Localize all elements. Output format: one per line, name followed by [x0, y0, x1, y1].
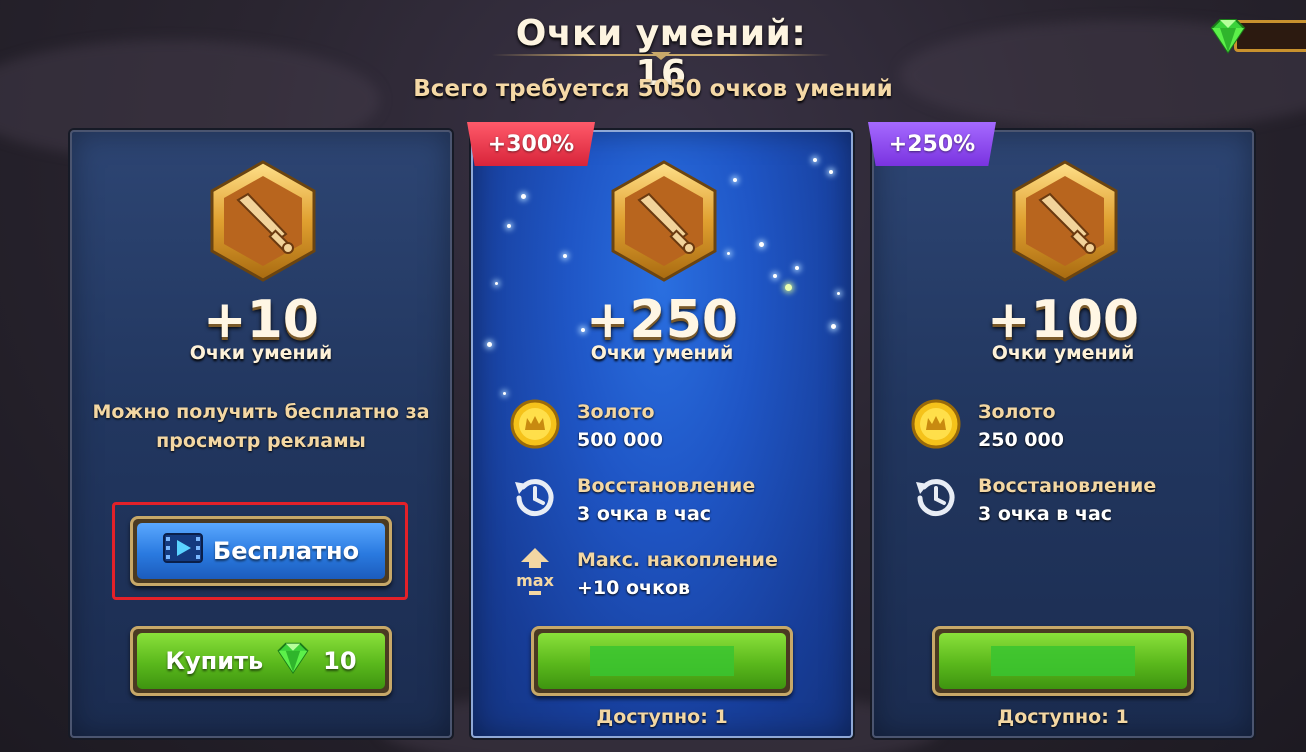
svg-text:max: max — [516, 571, 554, 590]
row-value: 3 очка в час — [577, 503, 712, 525]
description-line: Можно получить бесплатно за — [92, 401, 430, 423]
gold-coin-icon — [509, 398, 561, 450]
bonus-tag-250: +250% — [868, 122, 996, 166]
row-value: 3 очка в час — [978, 503, 1113, 525]
sparkle — [507, 224, 511, 228]
max-accumulation-row: max Макс. накопление +10 очков — [509, 546, 778, 606]
max-arrow-icon: max — [509, 546, 561, 598]
sparkle — [521, 194, 526, 199]
bonus-tag-300: +300% — [467, 122, 595, 166]
restore-clock-icon — [910, 472, 962, 524]
video-play-icon — [162, 533, 203, 569]
skill-sword-badge-icon — [208, 160, 318, 282]
title-notch — [651, 52, 671, 62]
buy-button[interactable]: Купить 10 — [130, 626, 392, 696]
skill-points-label: Очки умений — [590, 342, 734, 364]
price-placeholder — [590, 646, 734, 676]
sparkle — [733, 178, 737, 182]
card-free-offer: +10 Очки умений Можно получить бесплатно… — [70, 130, 452, 738]
restore-row: Восстановление 3 очка в час — [509, 472, 755, 532]
gem-icon — [273, 640, 313, 682]
gold-reward-row: Золото 250 000 — [910, 398, 1064, 458]
skill-points-amount: +100 — [986, 290, 1140, 350]
row-value: 250 000 — [978, 429, 1064, 451]
row-title: Золото — [577, 401, 655, 423]
skill-sword-badge-icon — [1010, 160, 1120, 282]
gem-icon — [1206, 16, 1250, 56]
gold-reward-row: Золото 500 000 — [509, 398, 663, 458]
buy-price: 10 — [323, 647, 357, 675]
sparkle — [829, 170, 833, 174]
sparkle — [503, 392, 506, 395]
skill-points-amount: +250 — [585, 290, 739, 350]
skill-sword-badge-icon — [609, 160, 719, 282]
row-title: Золото — [978, 401, 1056, 423]
restore-row: Восстановление 3 очка в час — [910, 472, 1156, 532]
price-placeholder — [991, 646, 1135, 676]
description-line: просмотр рекламы — [156, 430, 366, 452]
skill-points-label: Очки умений — [189, 342, 333, 364]
card-250-offer: +300% +250 Очки умений Золото 500 000 Во… — [467, 122, 853, 738]
card-100-offer: +250% +100 Очки умений Золото 250 000 Во… — [868, 122, 1254, 738]
row-value: 500 000 — [577, 429, 663, 451]
sparkle — [495, 282, 498, 285]
sparkle — [727, 252, 730, 255]
row-title: Восстановление — [978, 475, 1157, 497]
sparkle — [795, 266, 799, 270]
skill-points-label: Очки умений — [991, 342, 1135, 364]
row-title: Макс. накопление — [577, 549, 778, 571]
purchase-button[interactable] — [932, 626, 1194, 696]
title-banner: Очки умений: 16 — [492, 6, 830, 94]
available-count: Доступно: 1 — [596, 706, 728, 728]
available-count: Доступно: 1 — [997, 706, 1129, 728]
free-offer-description: Можно получить бесплатно за просмотр рек… — [92, 398, 430, 456]
skill-points-amount: +10 — [203, 290, 319, 350]
buy-button-label: Купить — [165, 647, 264, 675]
row-value: +10 очков — [577, 577, 691, 599]
sparkle — [773, 274, 777, 278]
sparkle — [759, 242, 764, 247]
sparkle — [813, 158, 817, 162]
restore-clock-icon — [509, 472, 561, 524]
row-title: Восстановление — [577, 475, 756, 497]
sparkle — [785, 284, 792, 291]
free-button-label: Бесплатно — [212, 537, 360, 565]
purchase-button[interactable] — [531, 626, 793, 696]
page-subtitle: Всего требуется 5050 очков умений — [413, 76, 893, 102]
sparkle — [563, 254, 567, 258]
free-button[interactable]: Бесплатно — [130, 516, 392, 586]
gold-coin-icon — [910, 398, 962, 450]
gem-balance[interactable] — [1206, 16, 1306, 56]
